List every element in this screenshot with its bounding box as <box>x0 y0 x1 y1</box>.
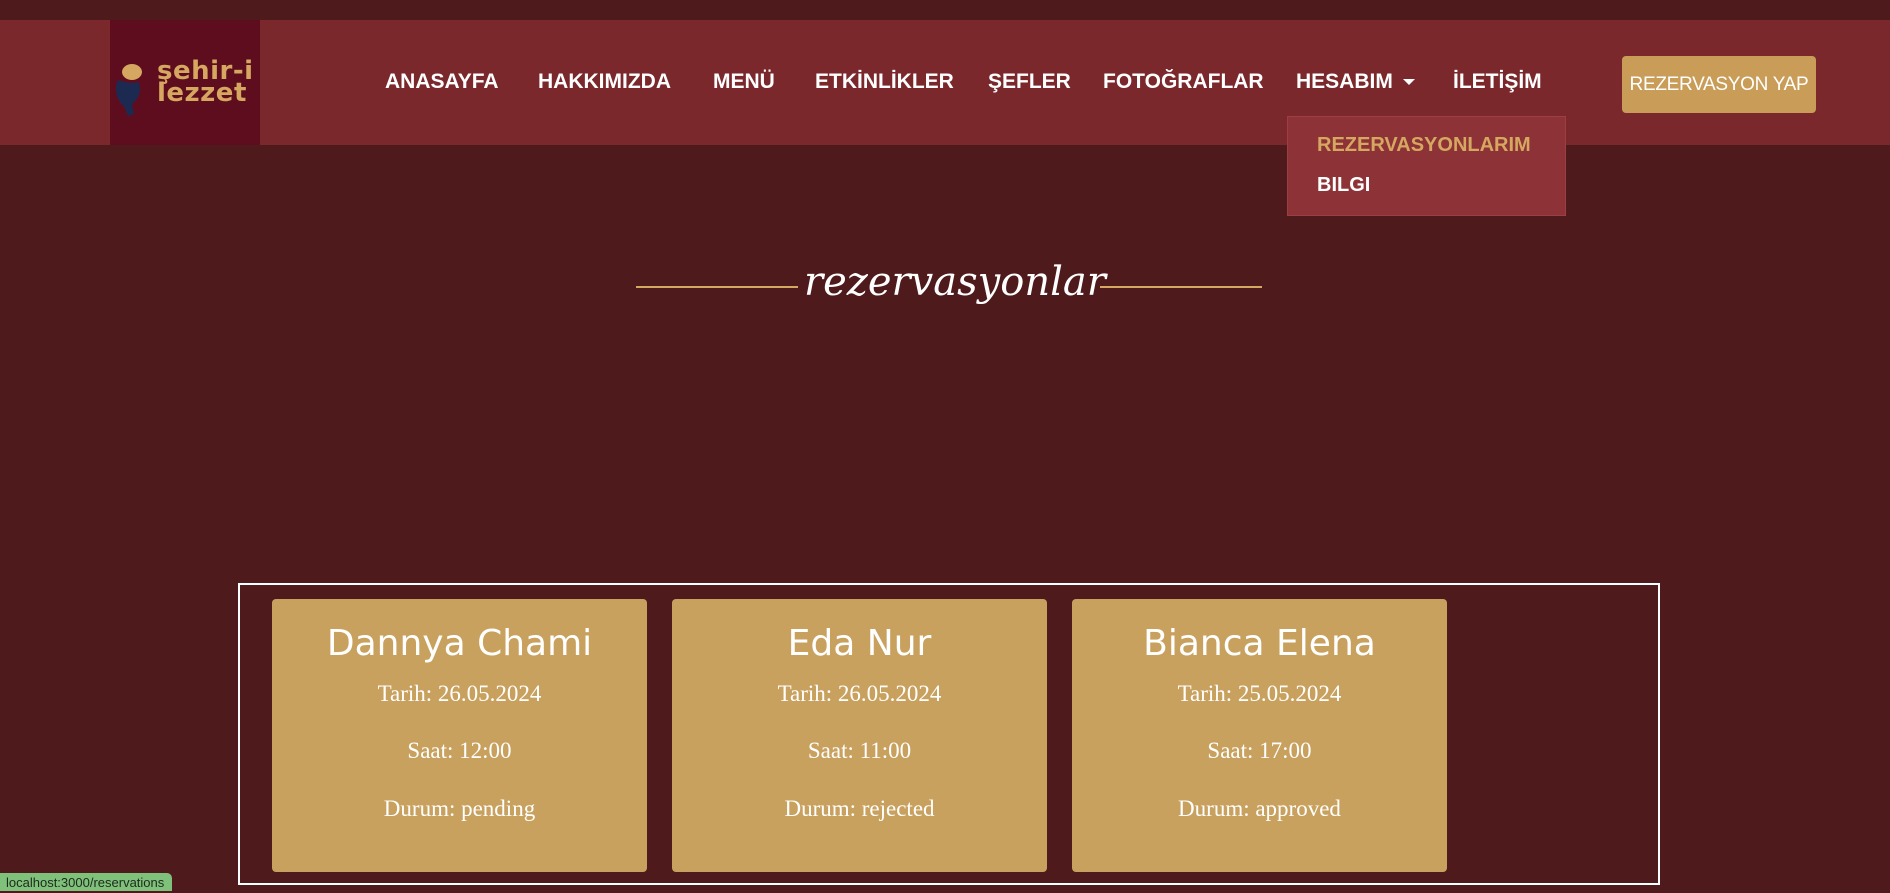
reservations-container: Dannya Chami Tarih: 26.05.2024 Saat: 12:… <box>238 583 1660 885</box>
nav-events[interactable]: ETKİNLİKLER <box>815 70 954 94</box>
reservation-time: Saat: 12:00 <box>407 738 512 763</box>
page-title: rezervasyonlar <box>804 259 1106 305</box>
dropdown-my-reservations[interactable]: REZERVASYONLARIM <box>1317 134 1531 157</box>
reservation-name: Eda Nur <box>787 623 932 664</box>
heading-divider-left <box>636 286 798 288</box>
account-dropdown: REZERVASYONLARIM BILGI <box>1287 116 1566 216</box>
chef-hand-icon <box>116 64 142 116</box>
section-heading: rezervasyonlar <box>636 255 1262 315</box>
reservation-time: Saat: 17:00 <box>1207 738 1312 763</box>
reservation-card: Eda Nur Tarih: 26.05.2024 Saat: 11:00 Du… <box>672 599 1047 872</box>
dropdown-info[interactable]: BILGI <box>1317 174 1370 197</box>
reservation-time: Saat: 11:00 <box>807 738 912 763</box>
reservation-date: Tarih: 26.05.2024 <box>377 681 542 706</box>
heading-divider-right <box>1100 286 1262 288</box>
reservation-card: Dannya Chami Tarih: 26.05.2024 Saat: 12:… <box>272 599 647 872</box>
nav-chefs[interactable]: ŞEFLER <box>988 70 1071 94</box>
brand-logo[interactable]: şehir-i lezzet <box>110 20 260 145</box>
nav-menu[interactable]: MENÜ <box>713 70 775 94</box>
nav-photos[interactable]: FOTOĞRAFLAR <box>1103 70 1264 94</box>
navbar: şehir-i lezzet ANASAYFA HAKKIMIZDA MENÜ … <box>0 20 1890 145</box>
reservation-name: Bianca Elena <box>1143 623 1376 664</box>
reservation-name: Dannya Chami <box>326 623 593 664</box>
reservation-date: Tarih: 25.05.2024 <box>1177 681 1342 706</box>
brand-line2: lezzet <box>157 78 247 108</box>
nav-account-toggle[interactable]: HESABIM <box>1296 70 1415 94</box>
nav-home[interactable]: ANASAYFA <box>385 70 499 94</box>
caret-down-icon <box>1402 79 1415 86</box>
nav-account-label: HESABIM <box>1296 70 1393 93</box>
make-reservation-button[interactable]: REZERVASYON YAP <box>1622 56 1816 113</box>
link-status-bar: localhost:3000/reservations <box>0 873 173 891</box>
reservation-status: Durum: rejected <box>784 796 935 821</box>
nav-about[interactable]: HAKKIMIZDA <box>538 70 671 94</box>
reservation-date: Tarih: 26.05.2024 <box>777 681 942 706</box>
reservation-status: Durum: pending <box>383 796 536 821</box>
brand-name: şehir-i lezzet <box>157 58 254 108</box>
reservation-status: Durum: approved <box>1178 796 1341 821</box>
nav-contact[interactable]: İLETİŞİM <box>1453 70 1542 94</box>
reservation-card: Bianca Elena Tarih: 25.05.2024 Saat: 17:… <box>1072 599 1447 872</box>
